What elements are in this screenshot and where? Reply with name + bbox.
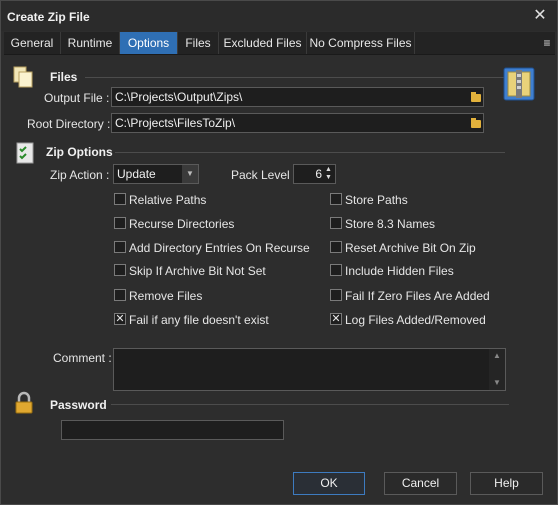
include-hidden-files-label: Include Hidden Files (345, 264, 454, 278)
zip-action-label: Zip Action : (50, 168, 110, 182)
root-directory-value: C:\Projects\FilesToZip\ (115, 116, 236, 130)
root-directory-field[interactable]: C:\Projects\FilesToZip\ (111, 113, 484, 133)
password-section-label: Password (50, 398, 107, 412)
output-folder-icon[interactable] (471, 92, 481, 102)
cancel-button[interactable]: Cancel (384, 472, 457, 495)
relative-paths-label: Relative Paths (129, 193, 207, 207)
store-83-names-label: Store 8.3 Names (345, 217, 436, 231)
store-paths-label: Store Paths (345, 193, 408, 207)
remove-files-label: Remove Files (129, 289, 203, 303)
chevron-down-icon[interactable]: ▼ (182, 165, 198, 183)
zip-options-divider (115, 152, 505, 153)
output-file-value: C:\Projects\Output\Zips\ (115, 90, 243, 104)
fail-zero-files-label: Fail If Zero Files Are Added (345, 289, 490, 303)
create-zip-dialog: Create Zip File ✕ General Runtime Option… (0, 0, 558, 505)
dialog-title: Create Zip File (7, 10, 90, 24)
root-folder-icon[interactable] (471, 118, 481, 128)
recurse-directories-checkbox[interactable] (114, 217, 126, 229)
password-field[interactable] (61, 420, 284, 440)
files-section-label: Files (50, 70, 78, 84)
comment-scrollbar[interactable]: ▲ ▼ (489, 349, 505, 390)
tab-bar: General Runtime Options Files Excluded F… (4, 32, 555, 55)
zip-archive-icon (503, 67, 535, 101)
tab-menu-icon[interactable]: ≡ (540, 32, 554, 54)
tab-options[interactable]: Options (120, 32, 178, 54)
close-icon[interactable]: ✕ (529, 5, 551, 27)
fail-if-missing-checkbox[interactable]: ✕ (114, 313, 126, 325)
checklist-icon (16, 142, 34, 164)
title-bar: Create Zip File ✕ (1, 1, 557, 31)
zip-action-value: Update (117, 167, 156, 181)
log-files-label: Log Files Added/Removed (345, 313, 486, 327)
root-directory-label: Root Directory : (27, 117, 111, 131)
add-directory-entries-label: Add Directory Entries On Recurse (129, 241, 310, 255)
log-files-checkbox[interactable]: ✕ (330, 313, 342, 325)
add-directory-entries-checkbox[interactable] (114, 241, 126, 253)
zip-options-section-label: Zip Options (46, 145, 113, 159)
password-divider (111, 404, 509, 405)
include-hidden-files-checkbox[interactable] (330, 264, 342, 276)
spin-arrows-icon[interactable]: ▲ ▼ (324, 166, 333, 182)
tab-runtime[interactable]: Runtime (61, 32, 120, 54)
store-83-names-checkbox[interactable] (330, 217, 342, 229)
reset-archive-bit-checkbox[interactable] (330, 241, 342, 253)
relative-paths-checkbox[interactable] (114, 193, 126, 205)
output-file-field[interactable]: C:\Projects\Output\Zips\ (111, 87, 484, 107)
comment-textarea[interactable]: ▲ ▼ (113, 348, 506, 391)
comment-label: Comment : (53, 351, 112, 365)
output-file-label: Output File : (44, 91, 110, 105)
scroll-up-icon[interactable]: ▲ (489, 350, 505, 362)
tab-no-compress-files[interactable]: No Compress Files (307, 32, 415, 54)
pack-level-value: 6 (315, 167, 322, 181)
skip-archive-bit-label: Skip If Archive Bit Not Set (129, 264, 266, 278)
help-button[interactable]: Help (470, 472, 543, 495)
files-icon (13, 66, 33, 88)
remove-files-checkbox[interactable] (114, 289, 126, 301)
files-divider (85, 77, 505, 78)
pack-level-stepper[interactable]: 6 ▲ ▼ (293, 164, 336, 184)
ok-button[interactable]: OK (293, 472, 365, 495)
fail-if-missing-label: Fail if any file doesn't exist (129, 313, 269, 327)
tab-excluded-files[interactable]: Excluded Files (219, 32, 307, 54)
fail-zero-files-checkbox[interactable] (330, 289, 342, 301)
reset-archive-bit-label: Reset Archive Bit On Zip (345, 241, 476, 255)
tab-general[interactable]: General (4, 32, 61, 54)
scroll-down-icon[interactable]: ▼ (489, 377, 505, 389)
zip-action-select[interactable]: Update ▼ (113, 164, 199, 184)
recurse-directories-label: Recurse Directories (129, 217, 235, 231)
store-paths-checkbox[interactable] (330, 193, 342, 205)
tab-files[interactable]: Files (178, 32, 219, 54)
pack-level-label: Pack Level : (231, 168, 297, 182)
skip-archive-bit-checkbox[interactable] (114, 264, 126, 276)
lock-icon (15, 391, 33, 414)
